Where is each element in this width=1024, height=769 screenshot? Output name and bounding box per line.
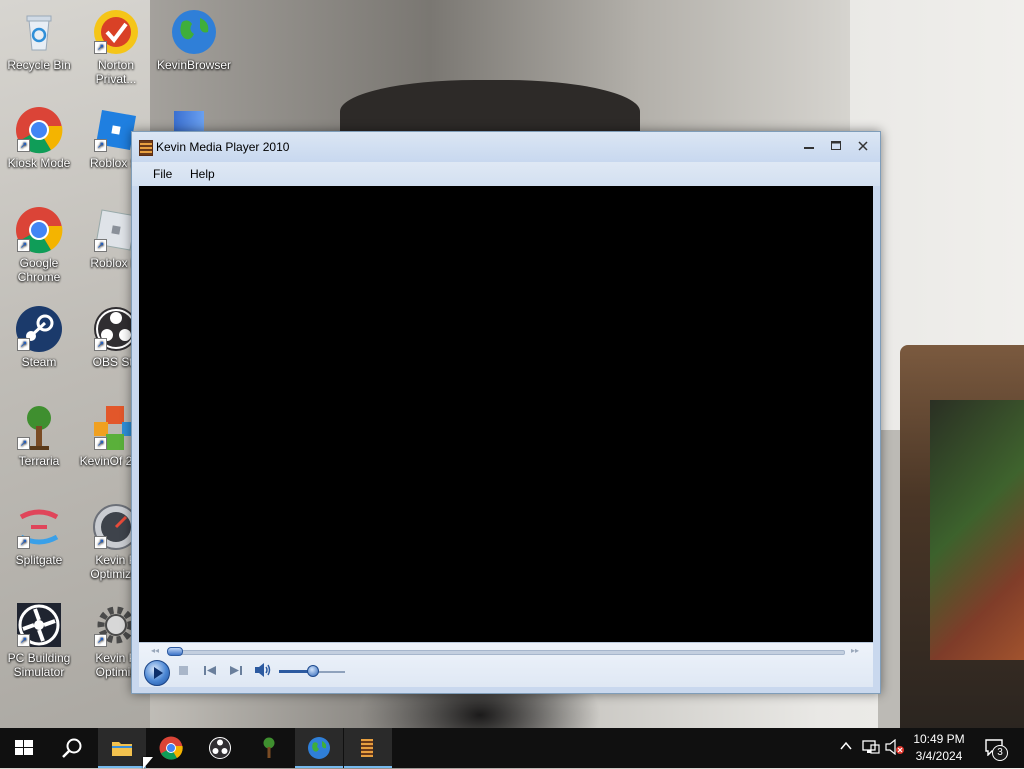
desktop-icon-label: KevinBrowser	[156, 58, 232, 72]
seek-back-arrow-icon: ◂◂	[151, 646, 160, 655]
show-hidden-icons-chevron-icon[interactable]	[838, 739, 854, 756]
desktop-icon-norton[interactable]: ↗ Norton Privat...	[78, 8, 154, 86]
media-file-icon[interactable]	[174, 111, 204, 131]
minimize-icon	[804, 147, 814, 149]
shortcut-arrow-icon: ↗	[94, 239, 107, 252]
mouse-cursor-icon	[143, 757, 153, 769]
stop-button[interactable]	[177, 665, 189, 677]
desktop-icon-kiosk-mode[interactable]: ↗ Kiosk Mode	[1, 106, 77, 170]
search-icon	[62, 738, 82, 758]
search-button[interactable]	[48, 728, 96, 768]
globe-icon	[170, 8, 218, 56]
menu-file[interactable]: File	[153, 167, 172, 181]
shortcut-arrow-icon: ↗	[17, 536, 30, 549]
terraria-tree-icon: ↗	[15, 404, 63, 452]
seek-forward-arrow-icon: ▸▸	[851, 646, 860, 655]
wallpaper-chair-seat	[930, 400, 1024, 660]
previous-icon	[204, 666, 216, 675]
media-player-window: Kevin Media Player 2010 File Help ◂◂ ▸▸	[131, 131, 881, 694]
desktop-icon-kevinbrowser[interactable]: KevinBrowser	[156, 8, 232, 72]
desktop-icon-label: Terraria	[18, 454, 60, 468]
notification-center-button[interactable]: 3	[980, 738, 1008, 761]
shortcut-arrow-icon: ↗	[17, 437, 30, 450]
terraria-tree-icon	[263, 737, 275, 758]
maximize-icon	[831, 141, 841, 150]
notification-count: 3	[992, 745, 1008, 761]
shortcut-arrow-icon: ↗	[94, 41, 107, 54]
stop-icon	[178, 666, 188, 675]
close-button[interactable]	[852, 138, 874, 156]
desktop-icon-label: Norton Privat...	[95, 58, 137, 86]
desktop-icon-label: Kiosk Mode	[7, 156, 71, 170]
desktop-icon-google-chrome[interactable]: ↗ Google Chrome	[1, 206, 77, 284]
chrome-icon: ↗	[15, 106, 63, 154]
taskbar: 10:49 PM 3/4/2024 3	[0, 728, 1024, 768]
desktop-icon-splitgate[interactable]: ↗ Splitgate	[1, 503, 77, 567]
close-icon	[858, 141, 868, 151]
splitgate-icon: ↗	[15, 503, 63, 551]
desktop-icon-label: PC Building Simulator	[7, 651, 71, 679]
shortcut-arrow-icon: ↗	[94, 634, 107, 647]
menu-help[interactable]: Help	[190, 167, 215, 181]
taskbar-media-player[interactable]	[344, 728, 392, 768]
seek-thumb[interactable]	[167, 647, 183, 656]
next-button[interactable]	[229, 665, 243, 677]
desktop-icon-steam[interactable]: ↗ Steam	[1, 305, 77, 369]
shortcut-arrow-icon: ↗	[17, 239, 30, 252]
steam-icon: ↗	[15, 305, 63, 353]
minimize-button[interactable]	[798, 138, 820, 156]
obs-icon	[209, 737, 231, 759]
taskbar-chrome[interactable]	[147, 728, 195, 768]
taskbar-terraria[interactable]	[245, 728, 293, 768]
play-button[interactable]	[144, 660, 170, 686]
previous-button[interactable]	[203, 665, 217, 677]
title-bar[interactable]: Kevin Media Player 2010	[132, 132, 880, 162]
speaker-icon	[255, 663, 271, 677]
menu-bar: File Help	[132, 162, 880, 186]
desktop-icon-label: Splitgate	[15, 553, 63, 567]
globe-icon	[308, 737, 330, 759]
taskbar-obs[interactable]	[196, 728, 244, 768]
recycle-bin-icon	[15, 8, 63, 56]
shortcut-arrow-icon: ↗	[17, 139, 30, 152]
chrome-icon: ↗	[15, 206, 63, 254]
volume-thumb[interactable]	[307, 665, 319, 677]
window-title: Kevin Media Player 2010	[156, 140, 290, 154]
seek-bar[interactable]	[173, 650, 845, 655]
desktop-icon-terraria[interactable]: ↗ Terraria	[1, 404, 77, 468]
shortcut-arrow-icon: ↗	[17, 338, 30, 351]
media-player-icon	[361, 739, 373, 757]
taskbar-kevinbrowser[interactable]	[295, 728, 343, 768]
desktop-icon-label: Google Chrome	[17, 256, 61, 284]
norton-icon: ↗	[92, 8, 140, 56]
shortcut-arrow-icon: ↗	[17, 634, 30, 647]
clock-time: 10:49 PM	[913, 732, 965, 746]
desktop-icon-label: Steam	[21, 355, 57, 369]
fan-icon: ↗	[15, 601, 63, 649]
shortcut-arrow-icon: ↗	[94, 536, 107, 549]
shortcut-arrow-icon: ↗	[94, 338, 107, 351]
clock-date: 3/4/2024	[915, 749, 963, 763]
next-icon	[230, 666, 242, 675]
network-icon[interactable]	[861, 739, 881, 758]
volume-muted-icon[interactable]	[884, 738, 906, 758]
taskbar-file-explorer[interactable]	[98, 728, 146, 768]
maximize-button[interactable]	[825, 138, 847, 156]
shortcut-arrow-icon: ↗	[94, 437, 107, 450]
shortcut-arrow-icon: ↗	[94, 139, 107, 152]
playback-controls: ◂◂ ▸▸	[139, 642, 873, 687]
media-player-icon	[139, 140, 153, 156]
chrome-icon	[159, 736, 183, 760]
start-button[interactable]	[0, 728, 48, 768]
clock[interactable]: 10:49 PM 3/4/2024	[906, 732, 972, 763]
desktop-icon-recycle-bin[interactable]: Recycle Bin	[1, 8, 77, 72]
desktop-icon-pc-building-simulator[interactable]: ↗ PC Building Simulator	[1, 601, 77, 679]
mute-button[interactable]	[254, 663, 272, 677]
start-icon	[15, 740, 33, 755]
desktop-icon-label: Recycle Bin	[7, 58, 71, 72]
video-area[interactable]	[139, 186, 873, 642]
file-explorer-icon	[112, 742, 132, 756]
